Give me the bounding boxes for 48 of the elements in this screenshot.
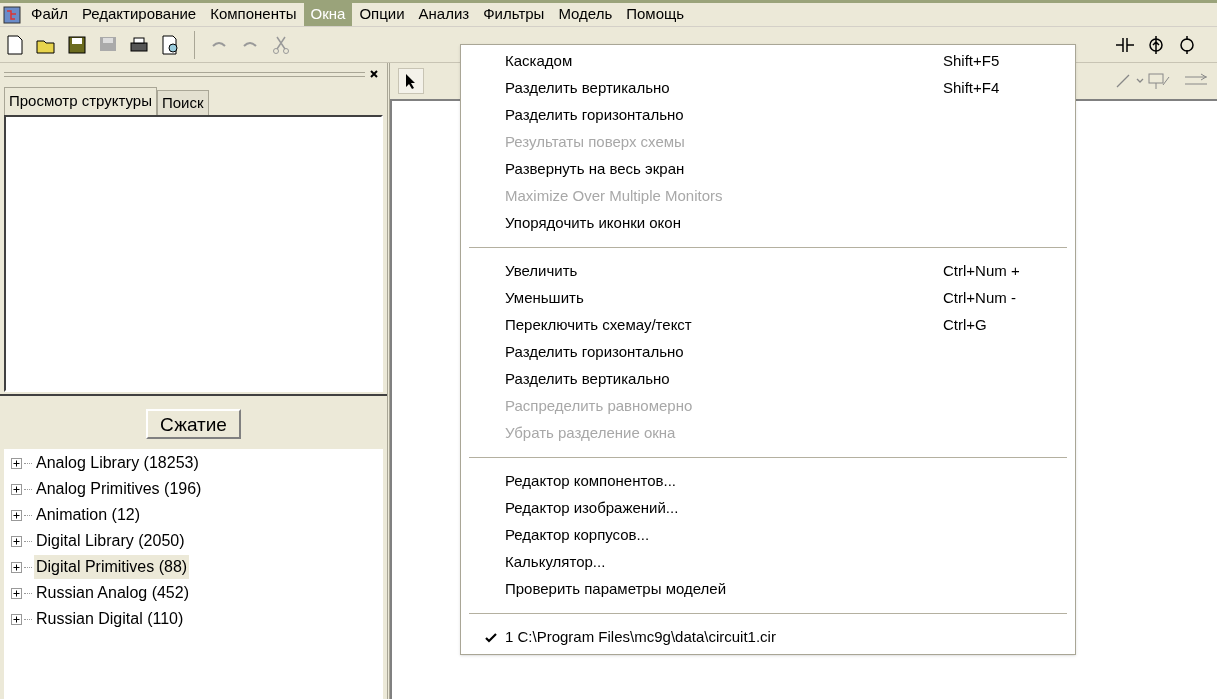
menu-option[interactable]: Редактор корпусов... xyxy=(461,522,1075,549)
menu-option[interactable]: Разделить горизонтально xyxy=(461,102,1075,129)
tree-item[interactable]: Digital Library (2050) xyxy=(34,529,187,553)
menu-option[interactable]: Редактор изображений... xyxy=(461,495,1075,522)
expand-icon[interactable] xyxy=(11,483,22,495)
menu-item[interactable]: Анализ xyxy=(411,3,477,26)
menu-item[interactable]: Модель xyxy=(551,3,620,26)
tree-item[interactable]: Analog Library (18253) xyxy=(34,451,201,475)
menu-option[interactable]: Проверить параметры моделей xyxy=(461,576,1075,603)
tree-item[interactable]: Animation (12) xyxy=(34,503,143,527)
app-icon[interactable] xyxy=(3,5,21,24)
menu-option[interactable]: Развернуть на весь экран xyxy=(461,156,1075,183)
tab[interactable]: Просмотр структуры xyxy=(4,87,157,115)
menu-option[interactable]: Калькулятор... xyxy=(461,549,1075,576)
menu-option[interactable]: 1 C:\Program Files\mc9g\data\circuit1.cir xyxy=(461,624,1075,651)
expand-icon[interactable] xyxy=(11,535,22,547)
menu-item[interactable]: Опции xyxy=(352,3,412,26)
menu-option[interactable]: Упорядочить иконки окон xyxy=(461,210,1075,237)
print-preview-icon[interactable] xyxy=(159,33,181,56)
pointer-icon xyxy=(404,73,418,89)
menu-item[interactable]: Редактирование xyxy=(74,3,204,26)
menu-item[interactable]: Компоненты xyxy=(203,3,304,26)
expand-icon[interactable] xyxy=(11,509,22,521)
menu-option[interactable]: Уменьшить Ctrl+Num - xyxy=(461,285,1075,312)
menu-option[interactable]: Переключить схемау/текст Ctrl+G xyxy=(461,312,1075,339)
menu-option[interactable]: Разделить вертикально xyxy=(461,366,1075,393)
menu-option[interactable]: Каскадом Shift+F5 xyxy=(461,48,1075,75)
tree-item[interactable]: Analog Primitives (196) xyxy=(34,477,204,501)
expand-icon[interactable] xyxy=(11,613,22,625)
menu-option[interactable]: Увеличить Ctrl+Num + xyxy=(461,258,1075,285)
pointer-button[interactable] xyxy=(398,68,424,94)
tab[interactable]: Поиск xyxy=(156,90,209,115)
menu-option[interactable]: Разделить горизонтально xyxy=(461,339,1075,366)
menu-item[interactable]: Фильтры xyxy=(476,3,552,26)
expand-icon[interactable] xyxy=(11,457,22,469)
menu-option[interactable]: Разделить вертикально Shift+F4 xyxy=(461,75,1075,102)
expand-icon[interactable] xyxy=(11,561,22,573)
expand-icon[interactable] xyxy=(11,587,22,599)
close-icon[interactable] xyxy=(369,69,379,79)
menu-option[interactable]: Редактор компонентов... xyxy=(461,468,1075,495)
collapse-button[interactable]: Сжатие xyxy=(146,409,241,439)
tree-item[interactable]: Russian Digital (110) xyxy=(34,607,186,631)
new-file-icon[interactable] xyxy=(4,33,26,56)
tree-item[interactable]: Digital Primitives (88) xyxy=(34,555,190,579)
save-icon[interactable] xyxy=(66,33,88,56)
menu-item[interactable]: Помощь xyxy=(619,3,692,26)
menu-item[interactable]: Файл xyxy=(24,3,75,26)
tree-item[interactable]: Russian Analog (452) xyxy=(34,581,191,605)
